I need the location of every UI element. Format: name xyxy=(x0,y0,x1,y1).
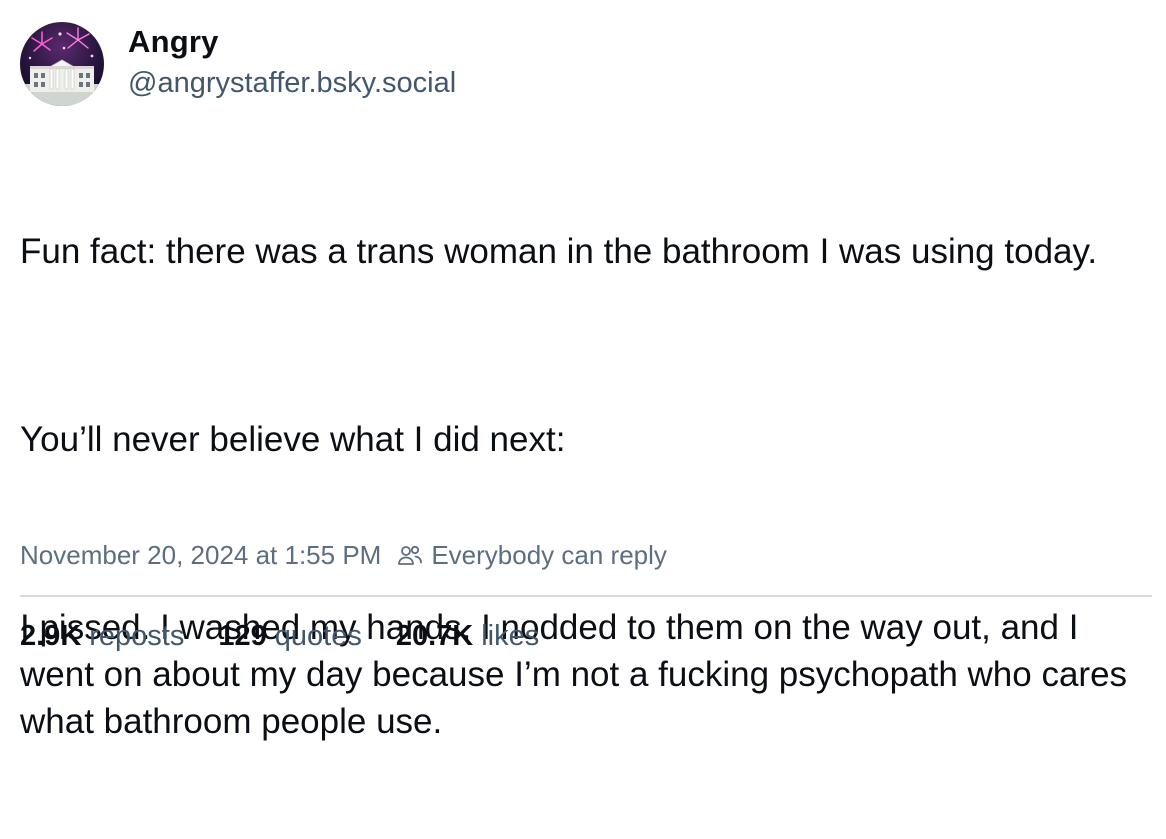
post-paragraph: You’ll never believe what I did next: xyxy=(20,420,566,459)
post-card: Angry @angrystaffer.bsky.social Fun fact… xyxy=(0,0,1166,741)
author-names: Angry @angrystaffer.bsky.social xyxy=(128,23,456,101)
white-house-fireworks-avatar-icon xyxy=(20,22,104,106)
post-meta: November 20, 2024 at 1:55 PM Everybody c… xyxy=(20,538,667,572)
people-icon xyxy=(397,543,423,567)
likes-count: 20.7K xyxy=(395,620,474,652)
engagement-stats: 2.9K reposts 129 quotes 20.7K likes xyxy=(20,617,573,655)
author-row[interactable]: Angry @angrystaffer.bsky.social xyxy=(20,22,456,106)
reply-setting: Everybody can reply xyxy=(431,540,667,570)
quotes-count: 129 xyxy=(218,620,267,652)
quotes-label: quotes xyxy=(274,620,362,652)
author-display-name[interactable]: Angry xyxy=(128,23,456,61)
likes-stat[interactable]: 20.7K likes xyxy=(396,617,539,655)
post-text: Fun fact: there was a trans woman in the… xyxy=(20,134,1140,839)
reposts-stat[interactable]: 2.9K reposts xyxy=(20,617,184,655)
post-paragraph: Fun fact: there was a trans woman in the… xyxy=(20,232,1098,271)
divider xyxy=(20,595,1152,597)
reposts-label: reposts xyxy=(89,620,185,652)
quotes-stat[interactable]: 129 quotes xyxy=(218,617,361,655)
likes-label: likes xyxy=(481,620,540,652)
post-timestamp[interactable]: November 20, 2024 at 1:55 PM xyxy=(20,538,381,572)
reposts-count: 2.9K xyxy=(20,620,82,652)
avatar[interactable] xyxy=(20,22,104,106)
author-handle[interactable]: @angrystaffer.bsky.social xyxy=(128,65,456,101)
